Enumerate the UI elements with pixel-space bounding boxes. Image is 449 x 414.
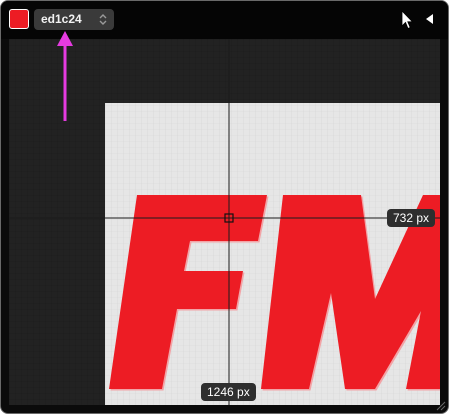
stepper-arrows-icon	[99, 14, 107, 25]
annotation-arrow-icon	[57, 31, 73, 121]
color-hex-value: ed1c24	[41, 12, 82, 26]
width-readout: 1246 px	[201, 383, 256, 401]
triangle-left-icon[interactable]	[423, 12, 435, 26]
arrow-pointer-icon[interactable]	[399, 10, 415, 30]
color-picker-window: ed1c24 732 px 1246 px	[0, 0, 449, 414]
color-value-select[interactable]: ed1c24	[34, 9, 114, 30]
color-swatch[interactable]	[9, 9, 29, 29]
height-readout: 732 px	[387, 209, 436, 227]
resize-grip-icon[interactable]	[434, 399, 446, 411]
